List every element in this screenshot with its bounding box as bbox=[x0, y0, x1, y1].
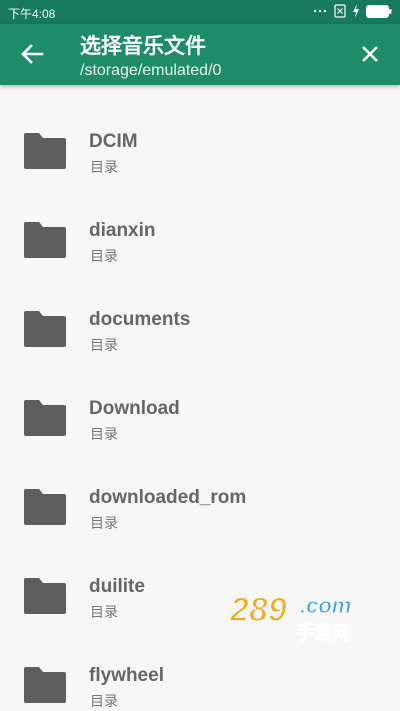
sim-off-icon bbox=[334, 4, 346, 18]
folder-icon bbox=[22, 309, 68, 349]
arrow-left-icon bbox=[14, 36, 50, 72]
folder-type: 目录 bbox=[90, 85, 118, 88]
back-button[interactable] bbox=[14, 36, 50, 72]
folder-type: 目录 bbox=[90, 604, 118, 620]
list-item[interactable]: data 目录 bbox=[0, 85, 400, 106]
battery-charging-icon bbox=[366, 4, 392, 18]
status-bar: 下午4:08 bbox=[0, 0, 400, 24]
svg-text:手游网: 手游网 bbox=[296, 622, 350, 644]
folder-icon bbox=[22, 576, 68, 616]
status-time: 下午4:08 bbox=[8, 7, 56, 21]
list-item[interactable]: flywheel 目录 bbox=[0, 640, 400, 711]
list-item[interactable]: DCIM 目录 bbox=[0, 106, 400, 195]
list-item[interactable]: downloaded_rom 目录 bbox=[0, 462, 400, 551]
folder-type: 目录 bbox=[90, 693, 118, 709]
folder-icon bbox=[22, 220, 68, 260]
folder-type: 目录 bbox=[90, 426, 118, 442]
folder-name: flywheel bbox=[89, 665, 164, 686]
folder-type: 目录 bbox=[90, 337, 118, 353]
signal-dots-icon bbox=[312, 5, 328, 17]
folder-name: documents bbox=[89, 309, 191, 330]
current-path: /storage/emulated/0 bbox=[80, 62, 222, 79]
folder-name: dianxin bbox=[89, 220, 156, 241]
folder-name: downloaded_rom bbox=[89, 487, 247, 508]
close-icon bbox=[352, 36, 388, 72]
list-item[interactable]: dianxin 目录 bbox=[0, 195, 400, 284]
close-button[interactable] bbox=[352, 36, 388, 72]
charging-bolt-icon bbox=[352, 4, 360, 18]
status-icons bbox=[312, 4, 392, 18]
folder-type: 目录 bbox=[90, 515, 118, 531]
svg-text:289: 289 bbox=[229, 591, 287, 629]
folder-name: DCIM bbox=[89, 131, 138, 152]
file-list[interactable]: data 目录 DCIM 目录 dianxin 目录 documents 目录 … bbox=[0, 85, 400, 711]
list-item[interactable]: Download 目录 bbox=[0, 373, 400, 462]
svg-text:.com: .com bbox=[300, 593, 351, 618]
app-bar: 选择音乐文件 /storage/emulated/0 bbox=[0, 24, 400, 85]
folder-icon bbox=[22, 131, 68, 171]
folder-type: 目录 bbox=[90, 248, 118, 264]
page-title: 选择音乐文件 bbox=[80, 35, 206, 58]
folder-name: Download bbox=[89, 398, 180, 419]
folder-icon bbox=[22, 398, 68, 438]
folder-icon bbox=[22, 665, 68, 705]
folder-icon bbox=[22, 487, 68, 527]
watermark-logo: 289 .com 手游网 bbox=[228, 587, 378, 647]
folder-name: duilite bbox=[89, 576, 145, 597]
list-item[interactable]: documents 目录 bbox=[0, 284, 400, 373]
folder-type: 目录 bbox=[90, 159, 118, 175]
